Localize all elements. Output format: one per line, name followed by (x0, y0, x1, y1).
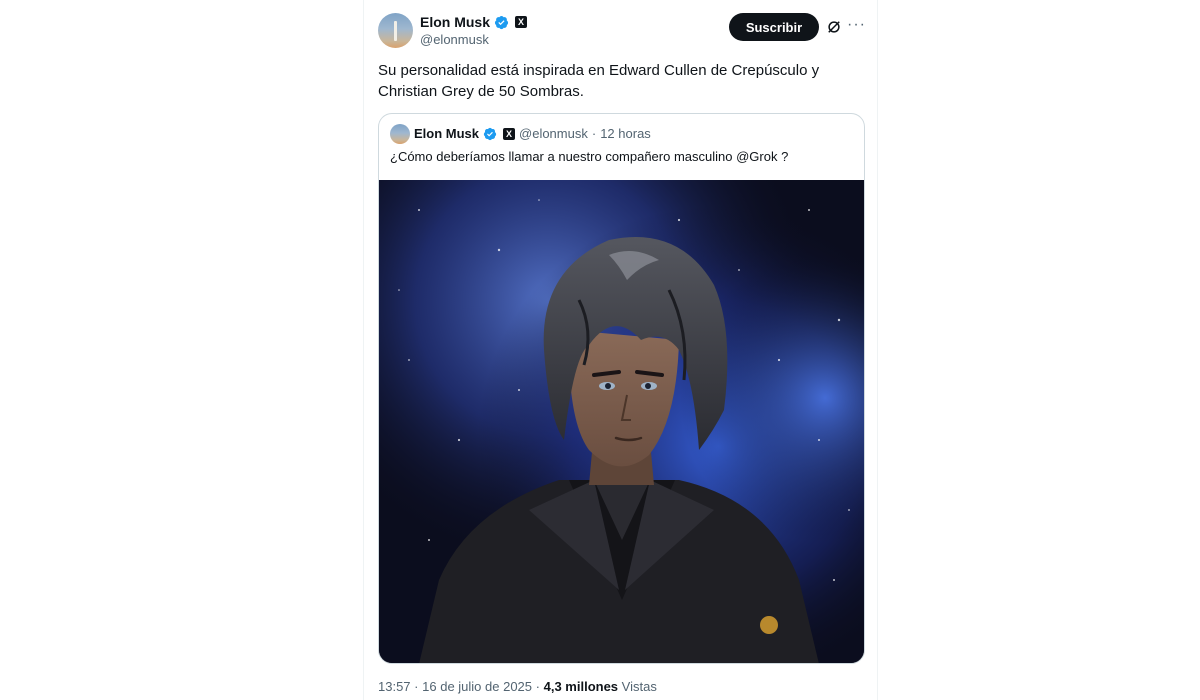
author-name-row: Elon Musk X (420, 14, 528, 30)
tweet-text-line: Christian Grey de 50 Sombras. (378, 83, 584, 100)
quoted-tweet-time[interactable]: 12 horas (600, 126, 651, 141)
views-count[interactable]: 4,3 millones (544, 679, 618, 694)
quoted-author-avatar[interactable] (390, 124, 410, 144)
tweet-card: Elon Musk X @elonmusk Suscribir ··· Su p… (363, 0, 878, 700)
grok-icon[interactable] (825, 18, 843, 36)
tweet-time[interactable]: 13:57 (378, 679, 411, 694)
quoted-tweet-image[interactable] (379, 180, 864, 663)
tweet-text: Su personalidad está inspirada en Edward… (378, 60, 848, 102)
more-options-icon[interactable]: ··· (847, 16, 866, 34)
subscribe-button[interactable]: Suscribir (729, 13, 819, 41)
x-affiliation-icon: X (515, 16, 528, 28)
anime-portrait-illustration (379, 180, 864, 663)
quoted-tweet[interactable]: Elon Musk X @elonmusk · 12 horas ¿Cómo d… (378, 113, 865, 664)
tweet-text-line: Su personalidad está inspirada en Edward… (378, 62, 820, 79)
quoted-author-name[interactable]: Elon Musk (414, 126, 479, 141)
author-handle[interactable]: @elonmusk (420, 32, 489, 47)
verified-badge-icon (494, 15, 509, 29)
quoted-author-handle[interactable]: @elonmusk (519, 126, 588, 141)
quoted-tweet-header: Elon Musk X @elonmusk · 12 horas (414, 126, 651, 141)
separator-dot: · (535, 679, 540, 694)
tweet-meta: 13:57 · 16 de julio de 2025 · 4,3 millon… (378, 679, 657, 694)
quoted-tweet-text: ¿Cómo deberíamos llamar a nuestro compañ… (390, 149, 789, 164)
separator-dot: · (591, 126, 597, 141)
views-label: Vistas (621, 679, 657, 694)
x-affiliation-icon: X (503, 127, 516, 140)
verified-badge-icon (483, 127, 497, 140)
separator-dot: · (414, 679, 419, 694)
tweet-date[interactable]: 16 de julio de 2025 (422, 679, 532, 694)
author-avatar[interactable] (378, 13, 413, 48)
author-display-name[interactable]: Elon Musk (420, 14, 490, 30)
